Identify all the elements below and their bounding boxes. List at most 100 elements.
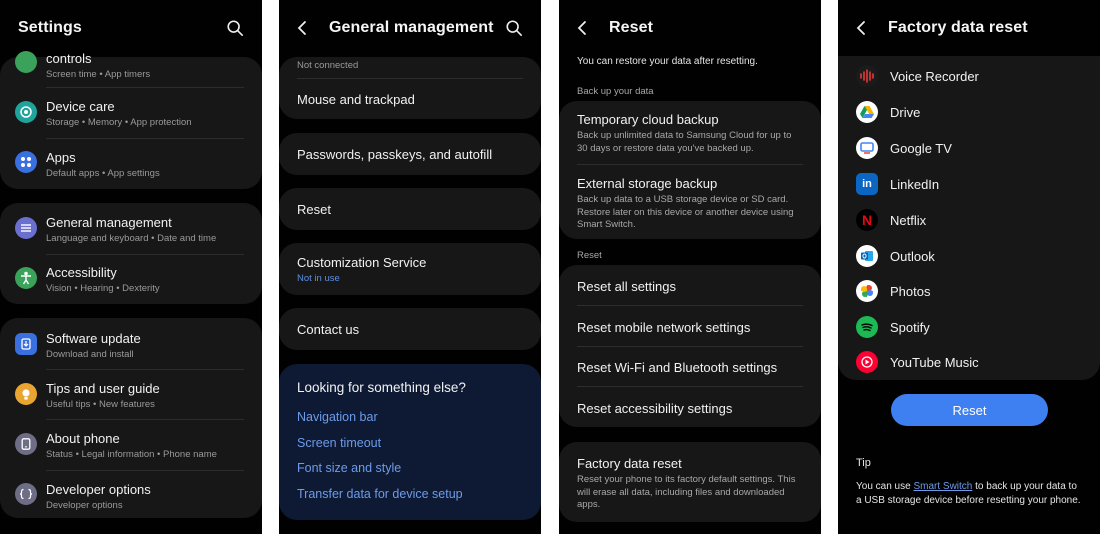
back-arrow-icon[interactable] (856, 18, 876, 38)
link-transfer-data[interactable]: Transfer data for device setup (297, 487, 463, 501)
reset-wifi-bluetooth-item[interactable]: Reset Wi-Fi and Bluetooth settings (577, 360, 803, 375)
settings-item-sub: Vision • Hearing • Dexterity (46, 283, 160, 294)
list-item: Voice Recorder (856, 63, 1082, 89)
settings-item-sub: Useful tips • New features (46, 399, 155, 410)
item-description: Back up data to a USB storage device or … (577, 194, 794, 230)
list-item: YouTube Music (856, 349, 1082, 375)
backup-group: Temporary cloud backup Back up unlimited… (559, 101, 821, 239)
list-item: Google TV (856, 135, 1082, 161)
item-label: Reset (297, 202, 331, 217)
item-label: Temporary cloud backup (577, 112, 719, 127)
drive-icon (856, 101, 878, 123)
reset-item[interactable]: Reset (279, 188, 541, 230)
settings-item-label: Accessibility (46, 265, 117, 280)
app-name: Photos (890, 283, 931, 299)
youtube-music-icon (856, 351, 878, 373)
card-heading: Looking for something else? (297, 380, 466, 395)
list-item: N Netflix (856, 207, 1082, 233)
reset-all-settings-item[interactable]: Reset all settings (577, 279, 803, 294)
item-label: Factory data reset (577, 456, 682, 471)
not-connected-row[interactable]: Not connected (297, 57, 523, 71)
settings-screen: Settings controls Screen time • App time… (0, 0, 262, 534)
settings-item-label: About phone (46, 431, 120, 446)
item-label: Customization Service (297, 255, 427, 270)
section-label-reset: Reset (577, 250, 602, 261)
link-screen-timeout[interactable]: Screen timeout (297, 436, 381, 450)
tips-icon (15, 383, 37, 405)
app-name: LinkedIn (890, 176, 940, 192)
item-label: Reset mobile network settings (577, 320, 751, 335)
link-navigation-bar[interactable]: Navigation bar (297, 410, 378, 424)
settings-item-sub: Storage • Memory • App protection (46, 117, 192, 128)
factory-reset-header: Factory data reset (838, 0, 1100, 56)
settings-item-label: Software update (46, 331, 141, 346)
general-group-1: Not connected Mouse and trackpad (279, 57, 541, 119)
app-name: Spotify (890, 319, 930, 335)
item-label: External storage backup (577, 176, 718, 191)
photos-icon (856, 280, 878, 302)
item-description: Back up unlimited data to Samsung Cloud … (577, 130, 792, 154)
outlook-icon (856, 245, 878, 267)
section-label-backup: Back up your data (577, 86, 654, 97)
settings-item-sub: Screen time • App timers (46, 69, 151, 80)
spotify-icon (856, 316, 878, 338)
software-update-icon (15, 333, 37, 355)
app-name: Drive (890, 104, 921, 120)
page-title: General management (329, 19, 494, 36)
mouse-and-trackpad-item[interactable]: Mouse and trackpad (297, 92, 523, 107)
settings-item-label: controls (46, 51, 92, 66)
back-arrow-icon[interactable] (577, 18, 597, 38)
item-description: Reset your phone to its factory default … (577, 474, 796, 510)
item-label: Passwords, passkeys, and autofill (297, 147, 493, 162)
reset-mobile-network-item[interactable]: Reset mobile network settings (577, 320, 803, 335)
factory-data-reset-screen: Factory data reset Voice Recorder Drive … (838, 0, 1100, 534)
app-name: Netflix (890, 212, 927, 228)
reset-screen: Reset You can restore your data after re… (559, 0, 821, 534)
list-item: Drive (856, 99, 1082, 125)
item-label: Contact us (297, 322, 360, 337)
list-item: Spotify (856, 314, 1082, 340)
accessibility-icon (15, 267, 37, 289)
item-label: Reset Wi-Fi and Bluetooth settings (577, 360, 778, 375)
general-management-icon (15, 217, 37, 239)
search-icon[interactable] (505, 19, 523, 37)
settings-item-label: Device care (46, 99, 115, 114)
list-item: in LinkedIn (856, 171, 1082, 197)
item-label: Reset all settings (577, 279, 676, 294)
settings-item-sub: Default apps • App settings (46, 168, 160, 179)
item-label: Reset accessibility settings (577, 401, 733, 416)
voice-recorder-icon (856, 65, 878, 87)
external-storage-backup-item[interactable]: External storage backup Back up data to … (577, 176, 803, 232)
apps-icon (15, 151, 37, 173)
reset-accessibility-item[interactable]: Reset accessibility settings (577, 401, 803, 416)
page-title: Reset (609, 19, 654, 36)
factory-data-reset-item[interactable]: Factory data reset Reset your phone to i… (559, 442, 821, 522)
passwords-item[interactable]: Passwords, passkeys, and autofill (279, 133, 541, 175)
back-arrow-icon[interactable] (297, 18, 317, 38)
app-name: YouTube Music (890, 354, 979, 370)
reset-group: Reset all settings Reset mobile network … (559, 265, 821, 427)
smart-switch-link[interactable]: Smart Switch (913, 481, 972, 492)
page-title: Settings (18, 19, 82, 36)
settings-group-2: General management Language and keyboard… (0, 203, 262, 304)
settings-item-label: Apps (46, 150, 76, 165)
settings-group-1: controls Screen time • App timers Device… (0, 51, 262, 189)
link-font-size[interactable]: Font size and style (297, 461, 401, 475)
about-phone-icon (15, 433, 37, 455)
settings-item-sub: Status • Legal information • Phone name (46, 449, 217, 460)
settings-group-3: Software update Download and install Tip… (0, 318, 262, 518)
settings-header: Settings (0, 0, 262, 56)
settings-item-label: Developer options (46, 482, 151, 497)
search-icon[interactable] (226, 19, 244, 37)
temporary-cloud-backup-item[interactable]: Temporary cloud backup Back up unlimited… (577, 112, 803, 155)
settings-item-label: General management (46, 215, 172, 230)
intro-text: You can restore your data after resettin… (577, 56, 758, 67)
app-name: Google TV (890, 140, 952, 156)
reset-button[interactable]: Reset (891, 394, 1048, 426)
list-item: Photos (856, 278, 1082, 304)
customization-service-item[interactable]: Customization Service Not in use (279, 243, 541, 295)
contact-us-item[interactable]: Contact us (279, 308, 541, 350)
tip-label: Tip (856, 457, 871, 469)
settings-item-label: Tips and user guide (46, 381, 160, 396)
tip-text-pre: You can use (856, 481, 914, 492)
